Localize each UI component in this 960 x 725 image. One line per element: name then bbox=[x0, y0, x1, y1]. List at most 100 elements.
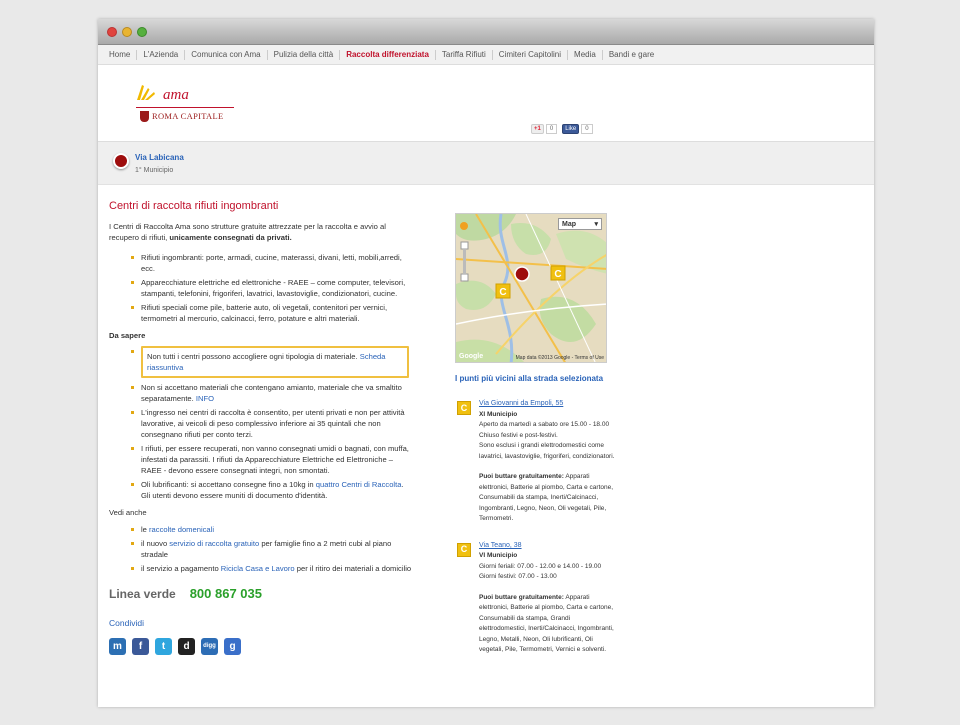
list-item: le raccolte domenicali bbox=[109, 524, 414, 535]
main-nav: Home L'Azienda Comunica con Ama Pulizia del… bbox=[98, 45, 874, 65]
logo-brand: ama bbox=[163, 87, 189, 103]
location-pin-icon bbox=[113, 153, 129, 169]
nav-item-8[interactable]: Bandi e gare bbox=[603, 50, 660, 60]
vedi-anche-heading: Vedi anche bbox=[109, 508, 147, 517]
location-municipio: 1° Municipio bbox=[135, 167, 174, 174]
intro-bold: unicamente consegnati da privati. bbox=[169, 233, 292, 242]
delicious-icon[interactable]: d bbox=[178, 638, 195, 655]
gplus-count: 0 bbox=[545, 124, 558, 134]
nav-item-4[interactable]: Raccolta differenziata bbox=[340, 49, 436, 60]
points-list: C Via Giovanni da Empoli, 55 XI Municipio A… bbox=[455, 399, 615, 656]
sapere-item1-text: Non si accettano materiali che contengan… bbox=[141, 383, 402, 403]
notice-box: Non tutti i centri possono accogliere og… bbox=[141, 346, 409, 378]
point-municipio: XI Municipio bbox=[479, 410, 518, 418]
twitter-icon[interactable]: t bbox=[155, 638, 172, 655]
nav-item-0[interactable]: Home bbox=[103, 49, 138, 60]
quattro-centri-link[interactable]: quattro Centri di Raccolta bbox=[316, 480, 402, 489]
pegman-icon[interactable] bbox=[460, 222, 468, 230]
browser-window: Home L'Azienda Comunica con Ama Pulizia del… bbox=[98, 19, 874, 707]
list-item: il nuovo servizio di raccolta gratuito p… bbox=[109, 538, 414, 560]
selected-location-marker[interactable] bbox=[514, 266, 530, 282]
intro-text: I Centri di Raccolta Ama sono strutture … bbox=[109, 221, 414, 243]
point-free-materials: Puoi buttare gratuitamente: Apparati ele… bbox=[479, 472, 615, 525]
list-item: Oli lubrificanti: si accettano consegne … bbox=[109, 479, 414, 501]
linea-verde-label: Linea verde bbox=[109, 587, 176, 601]
collection-center-icon: C bbox=[457, 401, 471, 415]
location-bar: Via Labicana 1° Municipio bbox=[98, 141, 874, 185]
list-item: Non si accettano materiali che contengan… bbox=[109, 382, 414, 404]
list-item: Rifiuti speciali come pile, batterie aut… bbox=[109, 302, 414, 324]
list-item: L'ingresso nei centri di raccolta è cons… bbox=[109, 407, 414, 440]
nav-item-5[interactable]: Tariffa Rifiuti bbox=[436, 49, 493, 60]
items-list: Rifiuti ingombranti: porte, armadi, cuci… bbox=[109, 252, 414, 324]
point-hours: Giorni feriali: 07.00 - 12.00 e 14.00 - … bbox=[479, 562, 602, 570]
location-map[interactable]: C C Map ▾ Google Map data ©2013 Google - … bbox=[455, 213, 607, 363]
center-c-marker-label: C bbox=[554, 269, 561, 280]
list-item: I rifiuti, per essere recuperati, non va… bbox=[109, 443, 414, 476]
nav-item-1[interactable]: L'Azienda bbox=[137, 49, 186, 60]
info-link[interactable]: INFO bbox=[196, 394, 214, 403]
zoom-in-button[interactable] bbox=[460, 241, 469, 250]
nav-item-7[interactable]: Media bbox=[568, 49, 603, 60]
vedi-item1-pre: le bbox=[141, 525, 150, 534]
list-item: Rifiuti ingombranti: porte, armadi, cuci… bbox=[109, 252, 414, 274]
map-type-select[interactable]: Map ▾ bbox=[558, 218, 602, 230]
vedi-item2-pre: il nuovo bbox=[141, 539, 170, 548]
point-hours: Giorni festivi: 07.00 - 13.00 bbox=[479, 573, 557, 580]
map-type-label: Map bbox=[562, 220, 576, 228]
list-item: Non tutti i centri possono accogliere og… bbox=[109, 346, 414, 378]
gplus-label: +1 bbox=[531, 124, 544, 134]
linea-verde: Linea verde 800 867 035 bbox=[109, 587, 414, 601]
point-note: Sono esclusi i grandi elettrodomestici c… bbox=[479, 442, 615, 460]
chevron-down-icon: ▾ bbox=[594, 221, 598, 228]
zoom-window-button[interactable] bbox=[137, 27, 147, 37]
nearest-points-heading: I punti più vicini alla strada seleziona… bbox=[455, 374, 604, 383]
list-item: il servizio a pagamento Ricicla Casa e L… bbox=[109, 563, 414, 574]
map-canvas: C C bbox=[456, 214, 606, 362]
free-text: Apparati elettronici, Batterie al piombo… bbox=[479, 473, 614, 522]
collection-point: C Via Teano, 38 VI Municipio Giorni feriali… bbox=[455, 541, 615, 656]
vedi-item3-post: per il ritiro dei materiali a domicilio bbox=[294, 564, 412, 573]
page-header: ama ROMA CAPITALE +1 0 Like 0 bbox=[98, 65, 874, 141]
map-credit[interactable]: Map data ©2013 Google - Terms of Use bbox=[516, 355, 604, 361]
nav-item-3[interactable]: Pulizia della città bbox=[268, 49, 341, 60]
ricicla-casa-link[interactable]: Ricicla Casa e Lavoro bbox=[221, 564, 295, 573]
linea-verde-number[interactable]: 800 867 035 bbox=[190, 587, 262, 600]
roma-shield-icon bbox=[140, 111, 149, 122]
point-address-link[interactable]: Via Giovanni da Empoli, 55 bbox=[479, 400, 563, 407]
sidebar: C C Map ▾ Google Map data ©2013 Google - … bbox=[455, 213, 615, 656]
gplus-button[interactable]: +1 0 bbox=[531, 124, 558, 134]
digg-icon[interactable]: digg bbox=[201, 638, 218, 655]
google-icon[interactable]: g bbox=[224, 638, 241, 655]
title-bar bbox=[98, 19, 874, 45]
point-hours: Chiuso festivi e post-festivi. bbox=[479, 431, 558, 439]
myspace-icon[interactable]: m bbox=[109, 638, 126, 655]
list-item: Apparecchiature elettriche ed elettronic… bbox=[109, 277, 414, 299]
logo-divider bbox=[136, 107, 234, 108]
point-address-link[interactable]: Via Teano, 38 bbox=[479, 542, 522, 549]
free-label: Puoi buttare gratuitamente: bbox=[479, 593, 564, 601]
page-title: Centri di raccolta rifiuti ingombranti bbox=[109, 200, 279, 212]
point-hours: Aperto da martedì a sabato ore 15.00 - 1… bbox=[479, 421, 610, 428]
main-content: Centri di raccolta rifiuti ingombranti I… bbox=[109, 201, 414, 655]
share-icons: m f t d digg g bbox=[109, 638, 414, 655]
facebook-icon[interactable]: f bbox=[132, 638, 149, 655]
condividi-heading: Condividi bbox=[109, 618, 144, 628]
servizio-gratuito-link[interactable]: servizio di raccolta gratuito bbox=[169, 539, 259, 548]
nav-item-6[interactable]: Cimiteri Capitolini bbox=[493, 49, 569, 60]
raccolte-domenicali-link[interactable]: raccolte domenicali bbox=[149, 525, 214, 534]
social-buttons: +1 0 Like 0 bbox=[531, 124, 593, 134]
free-text: Apparati elettronici, Batterie al piombo… bbox=[479, 593, 614, 654]
minimize-window-button[interactable] bbox=[122, 27, 132, 37]
zoom-out-button[interactable] bbox=[460, 273, 469, 282]
collection-center-icon: C bbox=[457, 542, 471, 557]
sapere-item4-pre: Oli lubrificanti: si accettano consegne … bbox=[141, 480, 316, 489]
vedi-item3-pre: il servizio a pagamento bbox=[141, 564, 221, 573]
nav-item-2[interactable]: Comunica con Ama bbox=[185, 49, 268, 60]
facebook-like-button[interactable]: Like 0 bbox=[562, 124, 593, 134]
location-name-link[interactable]: Via Labicana bbox=[135, 153, 184, 162]
point-free-materials: Puoi buttare gratuitamente: Apparati ele… bbox=[479, 593, 615, 656]
like-count: 0 bbox=[581, 124, 593, 134]
close-window-button[interactable] bbox=[107, 27, 117, 37]
collection-point: C Via Giovanni da Empoli, 55 XI Municipio A… bbox=[455, 399, 615, 525]
